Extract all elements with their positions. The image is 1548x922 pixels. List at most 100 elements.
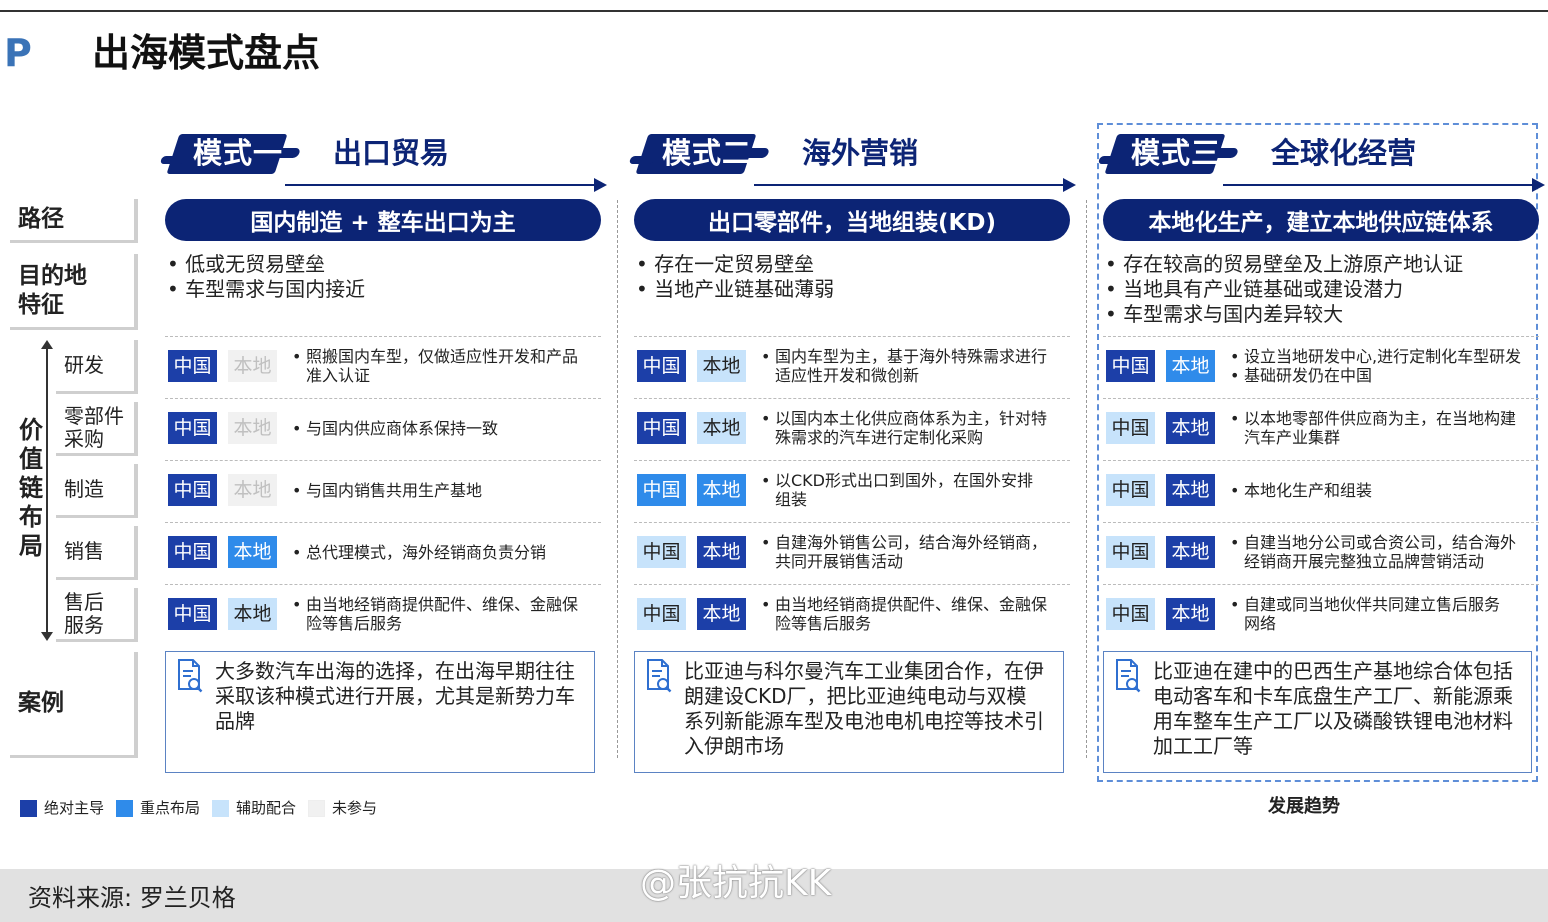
destination-features: 存在一定贸易壁垒当地产业链基础薄弱 bbox=[636, 252, 834, 302]
arrow-up-icon bbox=[41, 340, 53, 349]
row-divider bbox=[1103, 336, 1539, 337]
legend-label: 辅助配合 bbox=[236, 799, 297, 817]
row-description: 国内车型为主，基于海外特殊需求进行适应性开发和微创新 bbox=[761, 347, 1072, 385]
stage-label-procurement: 零部件 采购 bbox=[56, 402, 138, 456]
local-badge: 本地 bbox=[697, 474, 746, 506]
china-badge: 中国 bbox=[1106, 412, 1155, 444]
local-badge: 本地 bbox=[697, 412, 746, 444]
china-badge: 中国 bbox=[168, 474, 217, 506]
feature-item: 车型需求与国内差异较大 bbox=[1105, 302, 1463, 327]
local-badge: 本地 bbox=[1166, 474, 1215, 506]
page-title: 出海模式盘点 bbox=[92, 31, 321, 75]
destination-features: 低或无贸易壁垒车型需求与国内接近 bbox=[167, 252, 365, 302]
local-badge: 本地 bbox=[1166, 350, 1215, 382]
row-description: 总代理模式，海外经销商负责分销 bbox=[292, 543, 603, 562]
local-badge: 本地 bbox=[228, 350, 277, 382]
row-description: 设立当地研发中心,进行定制化车型研发 bbox=[1230, 347, 1541, 366]
row-divider bbox=[165, 398, 601, 399]
mode-arrow bbox=[754, 178, 1076, 192]
mode-arrow bbox=[285, 178, 607, 192]
row-divider bbox=[1103, 522, 1539, 523]
row-description: 照搬国内车型，仅做适应性开发和产品准入认证 bbox=[292, 347, 603, 385]
china-badge: 中国 bbox=[168, 536, 217, 568]
stage-label-after-sales: 售后 服务 bbox=[56, 588, 138, 642]
mode-label: 模式三 bbox=[1131, 136, 1222, 170]
china-badge: 中国 bbox=[1106, 474, 1155, 506]
china-badge: 中国 bbox=[1106, 350, 1155, 382]
feature-item: 当地具有产业链基础或建设潜力 bbox=[1105, 277, 1463, 302]
row-description: 以本地零部件供应商为主，在当地构建汽车产业集群 bbox=[1230, 409, 1541, 447]
legend-swatch bbox=[308, 800, 325, 817]
stage-label-manufacturing: 制造 bbox=[56, 464, 138, 518]
stage-label-rd: 研发 bbox=[56, 340, 138, 394]
row-divider bbox=[634, 336, 1070, 337]
logo-mark: P bbox=[4, 31, 32, 75]
china-badge: 中国 bbox=[637, 536, 686, 568]
source-note: 资料来源: 罗兰贝格 bbox=[28, 884, 236, 912]
legend-swatch bbox=[20, 800, 37, 817]
arrow-down-icon bbox=[41, 632, 53, 641]
china-badge: 中国 bbox=[637, 412, 686, 444]
local-badge: 本地 bbox=[697, 350, 746, 382]
feature-item: 低或无贸易壁垒 bbox=[167, 252, 365, 277]
feature-item: 当地产业链基础薄弱 bbox=[636, 277, 834, 302]
value-chain-axis bbox=[46, 346, 48, 634]
feature-item: 存在较高的贸易壁垒及上游原产地认证 bbox=[1105, 252, 1463, 277]
document-search-icon bbox=[178, 659, 203, 693]
row-divider bbox=[634, 398, 1070, 399]
row-divider bbox=[634, 522, 1070, 523]
china-badge: 中国 bbox=[637, 598, 686, 630]
local-badge: 本地 bbox=[228, 474, 277, 506]
stage-label-sales: 销售 bbox=[56, 526, 138, 580]
local-badge: 本地 bbox=[228, 412, 277, 444]
row-label-destination: 目的地 特征 bbox=[10, 254, 138, 330]
local-badge: 本地 bbox=[1166, 412, 1215, 444]
legend-swatch bbox=[116, 800, 133, 817]
row-divider bbox=[165, 460, 601, 461]
row-divider bbox=[634, 584, 1070, 585]
document-search-icon bbox=[1116, 659, 1141, 693]
row-description: 本地化生产和组装 bbox=[1230, 481, 1541, 500]
document-search-icon bbox=[647, 659, 672, 693]
path-pill: 国内制造 + 整车出口为主 bbox=[165, 199, 601, 241]
row-divider bbox=[1103, 398, 1539, 399]
row-divider bbox=[634, 460, 1070, 461]
path-pill: 出口零部件，当地组装(KD) bbox=[634, 199, 1070, 241]
case-description: 比亚迪在建中的巴西生产基地综合体包括 电动客车和卡车底盘生产工厂、新能源乘 用车整车… bbox=[1153, 659, 1513, 758]
row-divider bbox=[1103, 584, 1539, 585]
row-label-case: 案例 bbox=[10, 652, 138, 758]
case-description: 大多数汽车出海的选择，在出海早期往往 采取该种模式进行开展，尤其是新势力车 品牌 bbox=[215, 659, 575, 733]
trend-label: 发展趋势 bbox=[1268, 796, 1340, 817]
feature-item: 存在一定贸易壁垒 bbox=[636, 252, 834, 277]
legend-swatch bbox=[212, 800, 229, 817]
local-badge: 本地 bbox=[697, 536, 746, 568]
feature-item: 车型需求与国内接近 bbox=[167, 277, 365, 302]
path-pill: 本地化生产，建立本地供应链体系 bbox=[1103, 199, 1539, 241]
mode-label: 模式二 bbox=[662, 136, 753, 170]
row-description: 自建海外销售公司，结合海外经销商，共同开展销售活动 bbox=[761, 533, 1072, 571]
row-description: 基础研发仍在中国 bbox=[1230, 366, 1541, 385]
row-description: 与国内销售共用生产基地 bbox=[292, 481, 603, 500]
row-description: 以CKD形式出口到国外，在国外安排组装 bbox=[761, 471, 1072, 509]
legend-label: 未参与 bbox=[332, 799, 378, 817]
row-description: 自建当地分公司或合资公司，结合海外经销商开展完整独立品牌营销活动 bbox=[1230, 533, 1541, 571]
china-badge: 中国 bbox=[168, 350, 217, 382]
case-description: 比亚迪与科尔曼汽车工业集团合作，在伊 朗建设CKD厂，把比亚迪纯电动与双模 系列新能… bbox=[684, 659, 1044, 758]
row-divider bbox=[165, 336, 601, 337]
mode-name: 出口贸易 bbox=[333, 136, 450, 170]
china-badge: 中国 bbox=[1106, 536, 1155, 568]
local-badge: 本地 bbox=[1166, 598, 1215, 630]
legend-label: 重点布局 bbox=[140, 799, 201, 817]
row-description: 由当地经销商提供配件、维保、金融保险等售后服务 bbox=[761, 595, 1072, 633]
local-badge: 本地 bbox=[1166, 536, 1215, 568]
local-badge: 本地 bbox=[228, 536, 277, 568]
row-label-value-chain: 价 值 链 布 局 bbox=[19, 416, 43, 560]
china-badge: 中国 bbox=[637, 474, 686, 506]
row-description: 由当地经销商提供配件、维保、金融保险等售后服务 bbox=[292, 595, 603, 633]
row-divider bbox=[1103, 460, 1539, 461]
row-description: 自建或同当地伙伴共同建立售后服务网络 bbox=[1230, 595, 1541, 633]
row-divider bbox=[165, 522, 601, 523]
local-badge: 本地 bbox=[228, 598, 277, 630]
row-description: 与国内供应商体系保持一致 bbox=[292, 419, 603, 438]
china-badge: 中国 bbox=[637, 350, 686, 382]
